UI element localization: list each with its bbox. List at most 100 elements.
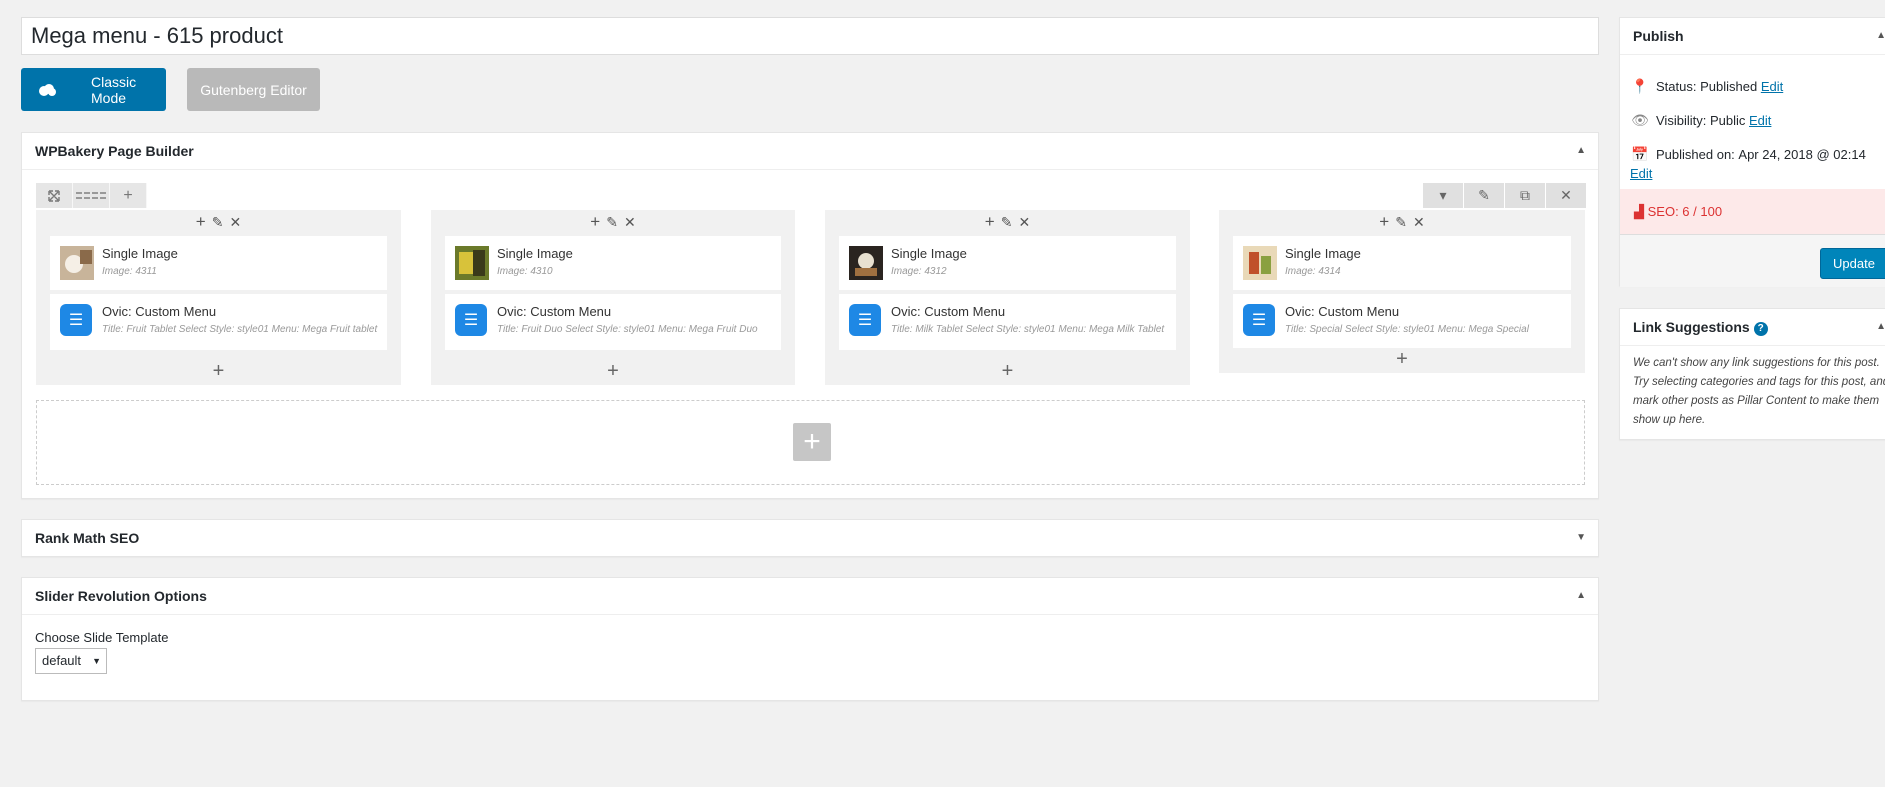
column-4: + ✎ ✕ Single Image Image: 4314 ☰ Ovic: C… <box>1219 210 1585 373</box>
single-image-element[interactable]: Single Image Image: 4310 <box>445 236 781 290</box>
add-element-icon[interactable]: + <box>1219 348 1585 371</box>
slider-header[interactable]: Slider Revolution Options ▲ <box>22 578 1598 615</box>
link-suggestions-panel: Link Suggestions? ▲ We can't show any li… <box>1619 308 1885 440</box>
seo-chart-icon: ▟ <box>1634 204 1644 219</box>
single-image-element[interactable]: Single Image Image: 4312 <box>839 236 1176 290</box>
fullscreen-icon[interactable] <box>36 183 73 208</box>
element-subtitle: Title: Fruit Tablet Select Style: style0… <box>102 324 378 335</box>
wpbakery-header[interactable]: WPBakery Page Builder ▲ <box>22 133 1598 170</box>
add-element-icon[interactable]: + <box>825 360 1190 383</box>
add-icon[interactable]: + <box>590 212 600 232</box>
chevron-down-icon[interactable]: ▾ <box>1423 183 1463 208</box>
element-title: Single Image <box>497 246 573 261</box>
element-title: Single Image <box>891 246 967 261</box>
collapse-caret-icon[interactable]: ▲ <box>1576 578 1586 614</box>
custom-menu-element[interactable]: ☰ Ovic: Custom Menu Title: Special Selec… <box>1233 294 1571 348</box>
wpbakery-title: WPBakery Page Builder <box>35 143 194 159</box>
publish-panel: Publish ▲ 📍 Status: Published Edit 👁 Vis… <box>1619 17 1885 287</box>
row-controls: ▾ ✎ ⧉ ✕ <box>1422 183 1586 208</box>
slide-template-select[interactable]: default ▼ <box>35 648 107 674</box>
element-subtitle: Image: 4314 <box>1285 266 1341 277</box>
rankmath-panel[interactable]: Rank Math SEO ▼ <box>21 519 1599 557</box>
close-icon[interactable]: ✕ <box>1413 214 1425 231</box>
add-element-button[interactable]: + <box>793 423 831 461</box>
column-controls: + ✎ ✕ <box>1219 210 1585 234</box>
single-image-element[interactable]: Single Image Image: 4311 <box>50 236 387 290</box>
slide-template-value: default <box>42 653 82 668</box>
clone-icon[interactable]: ⧉ <box>1505 183 1545 208</box>
status-value: Published <box>1700 79 1758 94</box>
column-controls: + ✎ ✕ <box>825 210 1190 234</box>
update-button[interactable]: Update <box>1820 248 1885 279</box>
gutenberg-editor-button[interactable]: Gutenberg Editor <box>187 68 320 111</box>
collapse-caret-icon[interactable]: ▲ <box>1576 133 1586 169</box>
close-icon[interactable]: ✕ <box>229 214 241 231</box>
column-3: + ✎ ✕ Single Image Image: 4312 ☰ Ovic: C… <box>825 210 1190 385</box>
edit-visibility-link[interactable]: Edit <box>1749 113 1771 128</box>
add-row-area[interactable]: + <box>36 400 1585 485</box>
pin-icon: 📍 <box>1631 78 1649 94</box>
pencil-icon[interactable]: ✎ <box>212 214 224 231</box>
slide-template-label: Choose Slide Template <box>35 630 169 645</box>
publish-header[interactable]: Publish ▲ <box>1620 18 1885 55</box>
element-subtitle: Image: 4310 <box>497 266 553 277</box>
published-on-row: 📅 Published on: Apr 24, 2018 @ 02:14 <box>1630 146 1866 163</box>
menu-icon: ☰ <box>1243 304 1275 336</box>
published-on-label: Published on: <box>1656 147 1735 162</box>
column-1: + ✎ ✕ Single Image Image: 4311 ☰ Ovic: C… <box>36 210 401 385</box>
rankmath-title: Rank Math SEO <box>35 530 140 546</box>
collapse-caret-icon[interactable]: ▲ <box>1876 18 1885 54</box>
element-title: Single Image <box>1285 246 1361 261</box>
add-element-icon[interactable]: + <box>431 360 795 383</box>
pencil-icon[interactable]: ✎ <box>1395 214 1407 231</box>
close-icon[interactable]: ✕ <box>624 214 636 231</box>
add-column-icon[interactable]: + <box>110 183 147 208</box>
edit-status-link[interactable]: Edit <box>1761 79 1783 94</box>
image-thumbnail <box>849 246 883 280</box>
image-thumbnail <box>455 246 489 280</box>
link-suggestions-title: Link Suggestions <box>1633 319 1750 335</box>
add-icon[interactable]: + <box>196 212 206 232</box>
custom-menu-element[interactable]: ☰ Ovic: Custom Menu Title: Milk Tablet S… <box>839 294 1176 350</box>
single-image-element[interactable]: Single Image Image: 4314 <box>1233 236 1571 290</box>
edit-date-link[interactable]: Edit <box>1630 166 1652 181</box>
row-layout-icon[interactable] <box>73 183 110 208</box>
link-suggestions-header[interactable]: Link Suggestions? ▲ <box>1620 309 1885 346</box>
pencil-icon[interactable]: ✎ <box>1464 183 1504 208</box>
rankmath-header[interactable]: Rank Math SEO ▼ <box>22 520 1598 556</box>
seo-score: SEO: 6 / 100 <box>1647 204 1723 219</box>
image-thumbnail <box>1243 246 1277 280</box>
post-title-input[interactable]: Mega menu - 615 product <box>21 17 1599 55</box>
classic-mode-button[interactable]: Classic Mode <box>21 68 166 111</box>
dropdown-arrow-icon: ▼ <box>92 656 101 666</box>
add-element-icon[interactable]: + <box>36 360 401 383</box>
custom-menu-element[interactable]: ☰ Ovic: Custom Menu Title: Fruit Tablet … <box>50 294 387 350</box>
custom-menu-element[interactable]: ☰ Ovic: Custom Menu Title: Fruit Duo Sel… <box>445 294 781 350</box>
column-controls: + ✎ ✕ <box>431 210 795 234</box>
column-controls: + ✎ ✕ <box>36 210 401 234</box>
help-icon[interactable]: ? <box>1753 322 1768 336</box>
publish-title: Publish <box>1633 28 1684 44</box>
menu-icon: ☰ <box>60 304 92 336</box>
eye-icon: 👁 <box>1631 112 1649 128</box>
expand-caret-icon[interactable]: ▼ <box>1576 520 1586 556</box>
slider-revolution-panel: Slider Revolution Options ▲ Choose Slide… <box>21 577 1599 701</box>
close-icon[interactable]: ✕ <box>1018 214 1030 231</box>
image-thumbnail <box>60 246 94 280</box>
visibility-label: Visibility: <box>1656 113 1707 128</box>
status-row: 📍 Status: Published Edit <box>1630 78 1783 95</box>
add-icon[interactable]: + <box>1379 212 1389 232</box>
element-title: Single Image <box>102 246 178 261</box>
column-2: + ✎ ✕ Single Image Image: 4310 ☰ Ovic: C… <box>431 210 795 385</box>
seo-score-bar[interactable]: ▟ SEO: 6 / 100 <box>1620 189 1885 234</box>
close-icon[interactable]: ✕ <box>1546 183 1586 208</box>
menu-icon: ☰ <box>455 304 487 336</box>
menu-icon: ☰ <box>849 304 881 336</box>
element-title: Ovic: Custom Menu <box>1285 304 1400 319</box>
element-subtitle: Title: Fruit Duo Select Style: style01 M… <box>497 324 758 335</box>
pencil-icon[interactable]: ✎ <box>606 214 618 231</box>
collapse-caret-icon[interactable]: ▲ <box>1876 309 1885 345</box>
pencil-icon[interactable]: ✎ <box>1001 214 1013 231</box>
add-icon[interactable]: + <box>985 212 995 232</box>
element-subtitle: Title: Milk Tablet Select Style: style01… <box>891 324 1165 335</box>
